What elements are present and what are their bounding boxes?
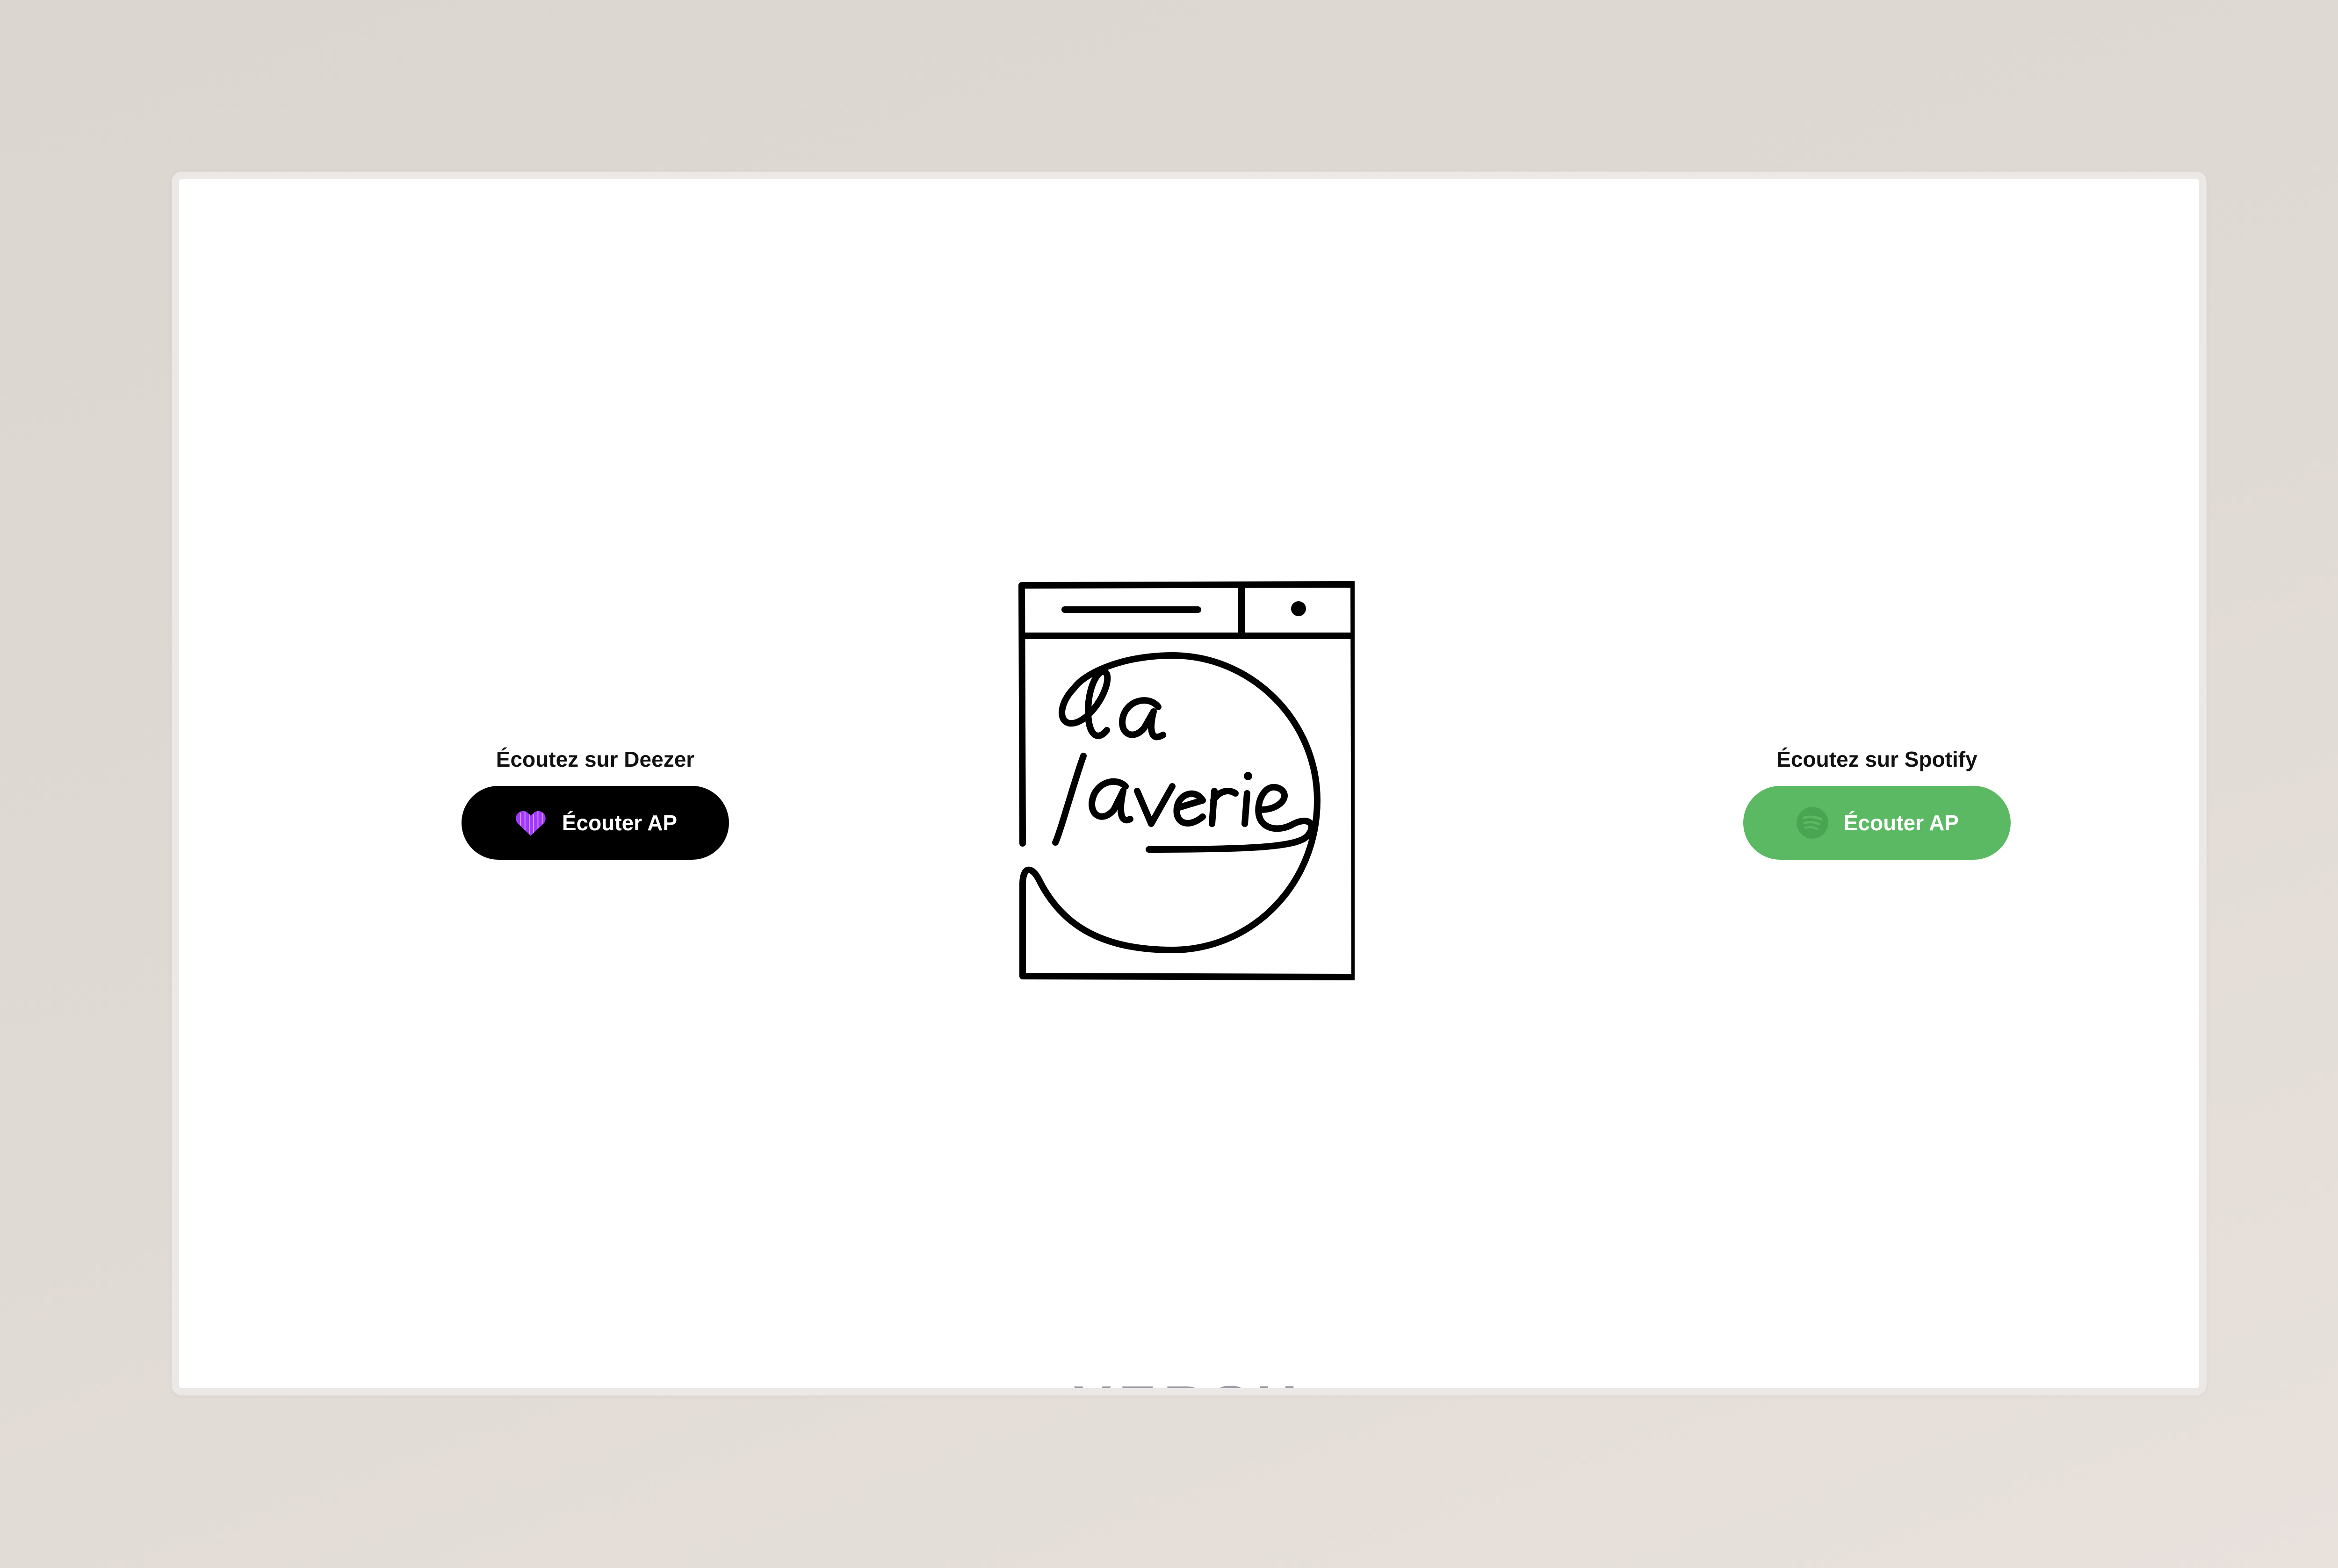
washing-machine-logo (1018, 581, 1355, 980)
landing-page: Écoutez sur Deezer Écouter AP Écoutez su… (179, 179, 2199, 1388)
deezer-heading: Écoutez sur Deezer (496, 747, 695, 771)
browser-window: Écoutez sur Deezer Écouter AP Écoutez su… (172, 172, 2207, 1395)
deezer-section: Écoutez sur Deezer Écouter AP (455, 747, 736, 860)
deezer-listen-button[interactable]: Écouter AP (462, 786, 729, 860)
next-section-title: VERSU (1074, 1378, 1304, 1388)
spotify-section: Écoutez sur Spotify Écouter AP (1737, 747, 2017, 860)
spotify-listen-button[interactable]: Écouter AP (1743, 786, 2011, 860)
next-section-title-peek: VERSU (179, 1378, 2199, 1388)
spotify-heading: Écoutez sur Spotify (1776, 747, 1977, 771)
deezer-button-label: Écouter AP (562, 811, 678, 835)
deezer-heart-icon (516, 811, 546, 836)
spotify-icon (1796, 807, 1828, 839)
spotify-button-label: Écouter AP (1843, 811, 1959, 835)
